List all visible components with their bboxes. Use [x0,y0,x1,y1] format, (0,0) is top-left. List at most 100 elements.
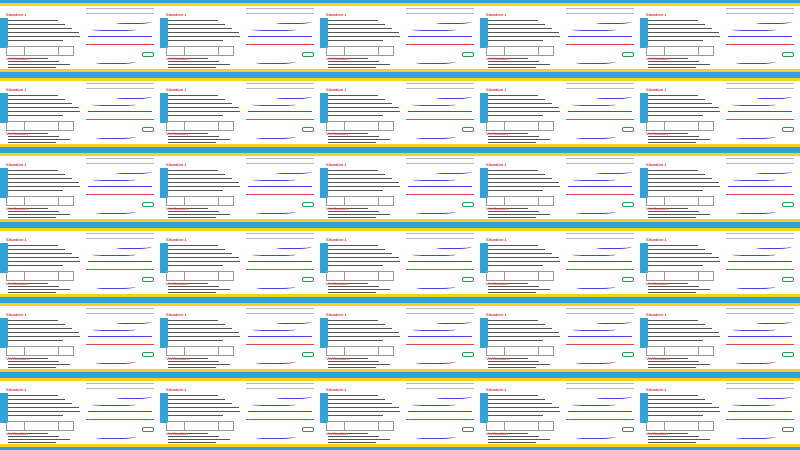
text-line [8,367,56,368]
page-thumbnail[interactable]: Situation 1 Vérification : [320,75,400,150]
text-line [328,107,399,108]
page-thumbnail[interactable]: Situation 1 Vérification : [480,0,560,75]
situation-heading: Situation 1 [486,12,507,17]
page-thumbnail[interactable]: Situation 1 Vérification : [320,375,400,450]
page-thumbnail[interactable] [720,225,800,300]
page-thumbnail[interactable] [560,150,640,225]
page-thumbnail[interactable] [80,225,160,300]
green-annotation [782,127,794,132]
green-annotation [622,427,634,432]
page-thumbnail[interactable]: Situation 1 Vérification : [640,150,720,225]
page-thumbnail[interactable] [400,75,480,150]
page-thumbnail[interactable]: Situation 1 Vérification : [160,75,240,150]
green-annotation [782,427,794,432]
page-thumbnail[interactable]: Situation 1 Vérification : [160,375,240,450]
page-thumbnail[interactable] [240,225,320,300]
text-line [488,28,552,29]
page-thumbnail[interactable]: Situation 1 Vérification : [640,375,720,450]
axis-line [246,194,314,195]
handwritten-line [408,36,472,37]
page-thumbnail[interactable] [400,0,480,75]
page-thumbnail[interactable]: Situation 1 Vérification : [480,300,560,375]
handwritten-formula [572,176,616,181]
text-line [168,67,216,68]
text-line [328,24,385,25]
page-thumbnail[interactable]: Situation 1 Vérification : [480,75,560,150]
page-thumbnail[interactable] [720,300,800,375]
page-thumbnail[interactable]: Situation 1 Vérification : [640,0,720,75]
page-thumbnail[interactable]: Situation 1 Vérification : [480,150,560,225]
page-thumbnail[interactable]: Situation 1 Vérification : [0,300,80,375]
page-thumbnail[interactable] [400,300,480,375]
handwritten-formula [736,58,776,64]
handwritten-formula [416,283,456,289]
page-thumbnail[interactable] [560,75,640,150]
axis-line [726,419,794,420]
data-table [486,196,554,206]
page-thumbnail[interactable]: Situation 1 Vérification : [160,300,240,375]
text-line [328,364,390,365]
text-line [8,439,70,440]
text-line [168,107,239,108]
page-thumbnail[interactable] [80,300,160,375]
axis-line [406,44,474,45]
page-thumbnail[interactable]: Situation 1 Vérification : [640,225,720,300]
page-thumbnail[interactable]: Situation 1 Vérification : [480,375,560,450]
page-thumbnail[interactable]: Situation 1 Vérification : [320,225,400,300]
page-thumbnail[interactable] [720,150,800,225]
page-thumbnail[interactable] [560,0,640,75]
page-thumbnail[interactable]: Situation 1 Vérification : [0,0,80,75]
text-line [648,178,712,179]
page-thumbnail[interactable] [400,375,480,450]
text-line [8,111,80,112]
text-line [8,36,80,37]
page-thumbnail[interactable] [720,0,800,75]
page-thumbnail[interactable] [240,375,320,450]
page-thumbnail[interactable]: Situation 1 Vérification : [0,225,80,300]
page-thumbnail[interactable]: Situation 1 Vérification : [640,75,720,150]
handwritten-formula [96,58,136,64]
page-thumbnail[interactable] [240,0,320,75]
page-thumbnail[interactable]: Situation 1 Vérification : [0,375,80,450]
handwritten-line [88,186,152,187]
side-tab [160,393,168,423]
page-thumbnail[interactable] [240,150,320,225]
page-thumbnail[interactable]: Situation 1 Vérification : [640,300,720,375]
page-thumbnail[interactable] [560,225,640,300]
verification-heading: Vérification : [486,356,511,361]
page-thumbnail[interactable] [80,375,160,450]
page-thumbnail[interactable]: Situation 1 Vérification : [320,0,400,75]
page-thumbnail[interactable] [720,375,800,450]
data-table [6,121,74,131]
page-thumbnail[interactable] [240,75,320,150]
page-thumbnail[interactable] [720,75,800,150]
green-annotation [622,52,634,57]
handwritten-formula [252,401,296,406]
page-thumbnail[interactable] [240,300,320,375]
page-thumbnail[interactable]: Situation 1 Vérification : [320,150,400,225]
top-yellow-stripe [560,303,640,306]
text-line [8,245,58,246]
text-line [8,20,58,21]
text-line [168,361,219,362]
handwritten-line [728,411,792,412]
handwritten-formula [572,326,616,331]
page-thumbnail[interactable] [80,0,160,75]
top-yellow-stripe [80,3,160,6]
page-thumbnail[interactable] [560,375,640,450]
page-thumbnail[interactable]: Situation 1 Vérification : [0,75,80,150]
axis-line [726,44,794,45]
page-thumbnail[interactable]: Situation 1 Vérification : [160,150,240,225]
page-thumbnail[interactable]: Situation 1 Vérification : [480,225,560,300]
page-thumbnail[interactable] [80,75,160,150]
page-thumbnail[interactable] [400,225,480,300]
page-thumbnail[interactable] [560,300,640,375]
page-thumbnail[interactable]: Situation 1 Vérification : [320,300,400,375]
top-yellow-stripe [640,378,720,381]
page-thumbnail[interactable] [400,150,480,225]
page-thumbnail[interactable] [80,150,160,225]
text-line [168,328,232,329]
page-thumbnail[interactable]: Situation 1 Vérification : [0,150,80,225]
page-thumbnail[interactable]: Situation 1 Vérification : [160,225,240,300]
page-thumbnail[interactable]: Situation 1 Vérification : [160,0,240,75]
